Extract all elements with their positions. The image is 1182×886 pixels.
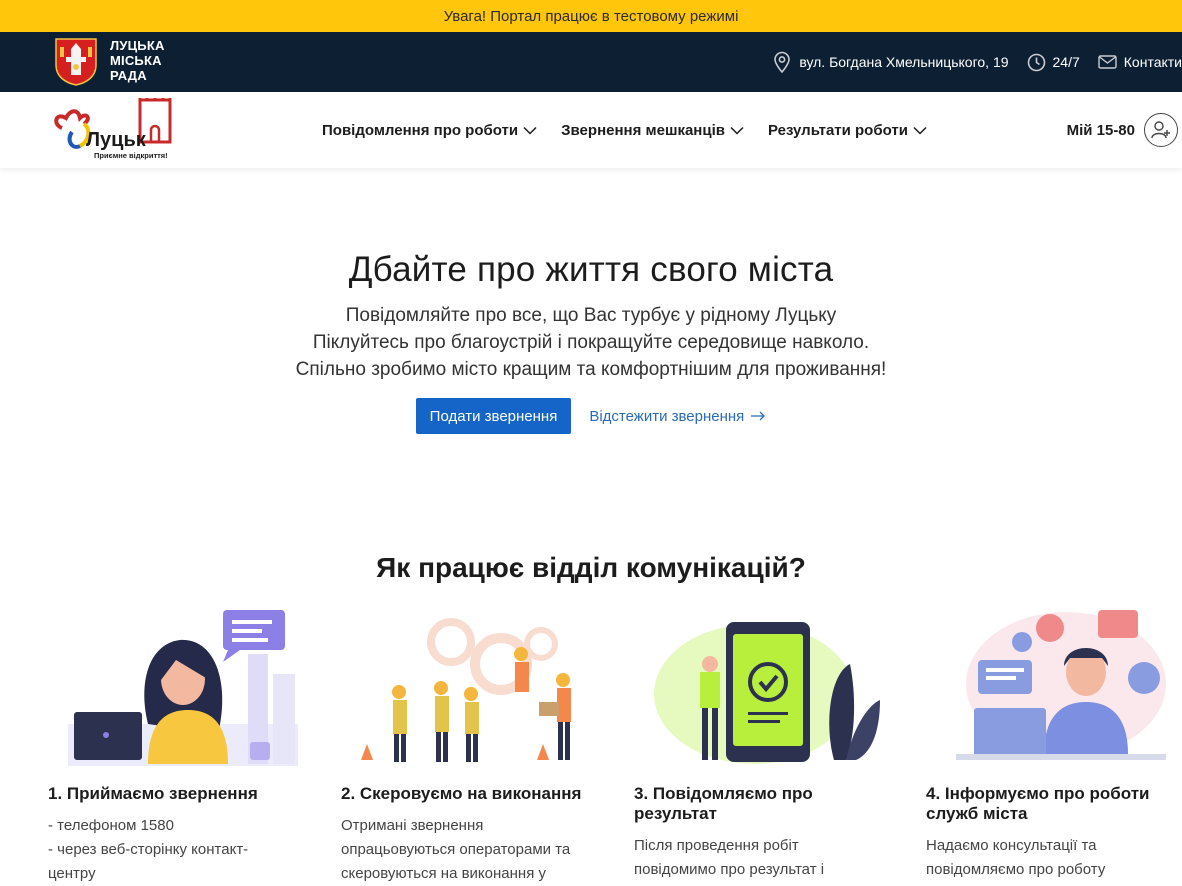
council-line: МІСЬКА xyxy=(110,53,162,68)
result-phone-illustration xyxy=(654,622,880,764)
support-agent-illustration xyxy=(956,610,1166,760)
step-text-line: Отримані звернення xyxy=(341,817,484,834)
operator-illustration xyxy=(68,610,298,766)
step-text-line: Після проведення робіт xyxy=(634,837,799,854)
top-bar: ЛУЦЬКА МІСЬКА РАДА вул. Богдана Хмельниц… xyxy=(0,32,1182,92)
step-text-line: Надаємо консультації та xyxy=(926,837,1097,854)
step-text-line: повідомимо про результат і xyxy=(634,861,825,878)
step-text: Отримані звернення опрацьовуються операт… xyxy=(341,814,591,886)
menu-work-results[interactable]: Результати роботи xyxy=(768,122,927,139)
step-text-line: скеровуються на виконання у xyxy=(341,865,546,882)
account-label: Мій 15-80 xyxy=(1066,121,1135,139)
hero-section: Дбайте про життя свого міста Повідомляйт… xyxy=(0,250,1182,434)
contacts-link[interactable]: Контакти xyxy=(1098,54,1182,70)
step-title: 4. Інформуємо про роботи служб міста xyxy=(926,784,1150,823)
step-text-line: повідомляємо про роботу xyxy=(926,861,1106,878)
step-text: Надаємо консультації та повідомляємо про… xyxy=(926,834,1176,882)
hero-title: Дбайте про життя свого міста xyxy=(348,250,834,289)
my-account-button[interactable]: Мій 15-80 xyxy=(1067,92,1178,168)
user-add-icon xyxy=(1144,113,1178,147)
main-navbar: Луцьк Приємне відкриття! Повідомлення пр… xyxy=(0,92,1182,168)
submit-request-button[interactable]: Подати звернення xyxy=(415,398,572,434)
step-text-line: - телефоном 1580 xyxy=(48,817,174,834)
step-text-line: опрацьовуються операторами та xyxy=(341,841,571,858)
step-text-line: центру xyxy=(48,865,96,882)
coat-of-arms-icon[interactable] xyxy=(54,37,98,86)
chevron-down-icon xyxy=(913,126,927,135)
map-pin-icon xyxy=(774,51,791,73)
step-text: Після проведення робіт повідомимо про ре… xyxy=(634,834,884,882)
how-it-works-title: Як працює відділ комунікацій? xyxy=(376,552,806,583)
step-card: 4. Інформуємо про роботи служб міста Над… xyxy=(926,604,1176,882)
arrow-right-icon xyxy=(751,411,766,421)
step-card: 2. Скеровуємо на виконання Отримані звер… xyxy=(341,604,591,886)
menu-label: Результати роботи xyxy=(767,121,908,139)
workers-illustration xyxy=(361,618,571,762)
test-mode-banner: Увага! Портал працює в тестовому режимі xyxy=(0,0,1182,32)
top-contacts: вул. Богдана Хмельницького, 19 24/7 Конт… xyxy=(754,32,1182,92)
menu-label: Звернення мешканців xyxy=(561,121,725,139)
main-menu: Повідомлення про роботи Звернення мешкан… xyxy=(322,92,951,168)
step-card: 1. Приймаємо звернення - телефоном 1580 … xyxy=(48,604,298,886)
contacts-text: Контакти xyxy=(1123,54,1182,70)
address-text: вул. Богдана Хмельницького, 19 xyxy=(799,54,1009,70)
test-mode-text: Увага! Портал працює в тестовому режимі xyxy=(443,7,739,25)
menu-work-notices[interactable]: Повідомлення про роботи xyxy=(322,122,537,139)
logo-slogan: Приємне відкриття! xyxy=(94,151,168,160)
council-line: РАДА xyxy=(110,68,147,83)
chevron-down-icon xyxy=(523,126,537,135)
hero-line: Піклуйтесь про благоустрій і покращуйте … xyxy=(312,332,870,353)
step-text: - телефоном 1580 - через веб-сторінку ко… xyxy=(48,814,298,886)
step-title: 3. Повідомляємо про результат xyxy=(634,784,813,823)
step-card: 3. Повідомляємо про результат Після пров… xyxy=(634,604,884,882)
council-name[interactable]: ЛУЦЬКА МІСЬКА РАДА xyxy=(110,38,165,83)
address-link[interactable]: вул. Богдана Хмельницького, 19 xyxy=(772,51,1009,73)
track-request-label: Відстежити звернення xyxy=(589,407,745,425)
mail-icon xyxy=(1098,55,1117,69)
step-title: 2. Скеровуємо на виконання xyxy=(341,784,582,803)
menu-label: Повідомлення про роботи xyxy=(322,121,519,139)
menu-resident-requests[interactable]: Звернення мешканців xyxy=(561,122,744,139)
logo-text: Луцьк xyxy=(86,129,147,151)
chevron-down-icon xyxy=(730,126,744,135)
council-line: ЛУЦЬКА xyxy=(110,38,165,53)
clock-icon xyxy=(1027,53,1045,71)
hero-line: Повідомляйте про все, що Вас турбує у рі… xyxy=(345,305,837,326)
step-text-line: - через веб-сторінку контакт- xyxy=(48,841,249,858)
step-title: 1. Приймаємо звернення xyxy=(48,784,258,803)
lutsk-logo[interactable]: Луцьк Приємне відкриття! xyxy=(52,98,176,162)
hours-text: 24/7 xyxy=(1052,54,1080,70)
hours-link[interactable]: 24/7 xyxy=(1027,53,1080,72)
hero-line: Спільно зробимо місто кращим та комфортн… xyxy=(295,359,887,380)
track-request-link[interactable]: Відстежити звернення xyxy=(589,408,766,425)
